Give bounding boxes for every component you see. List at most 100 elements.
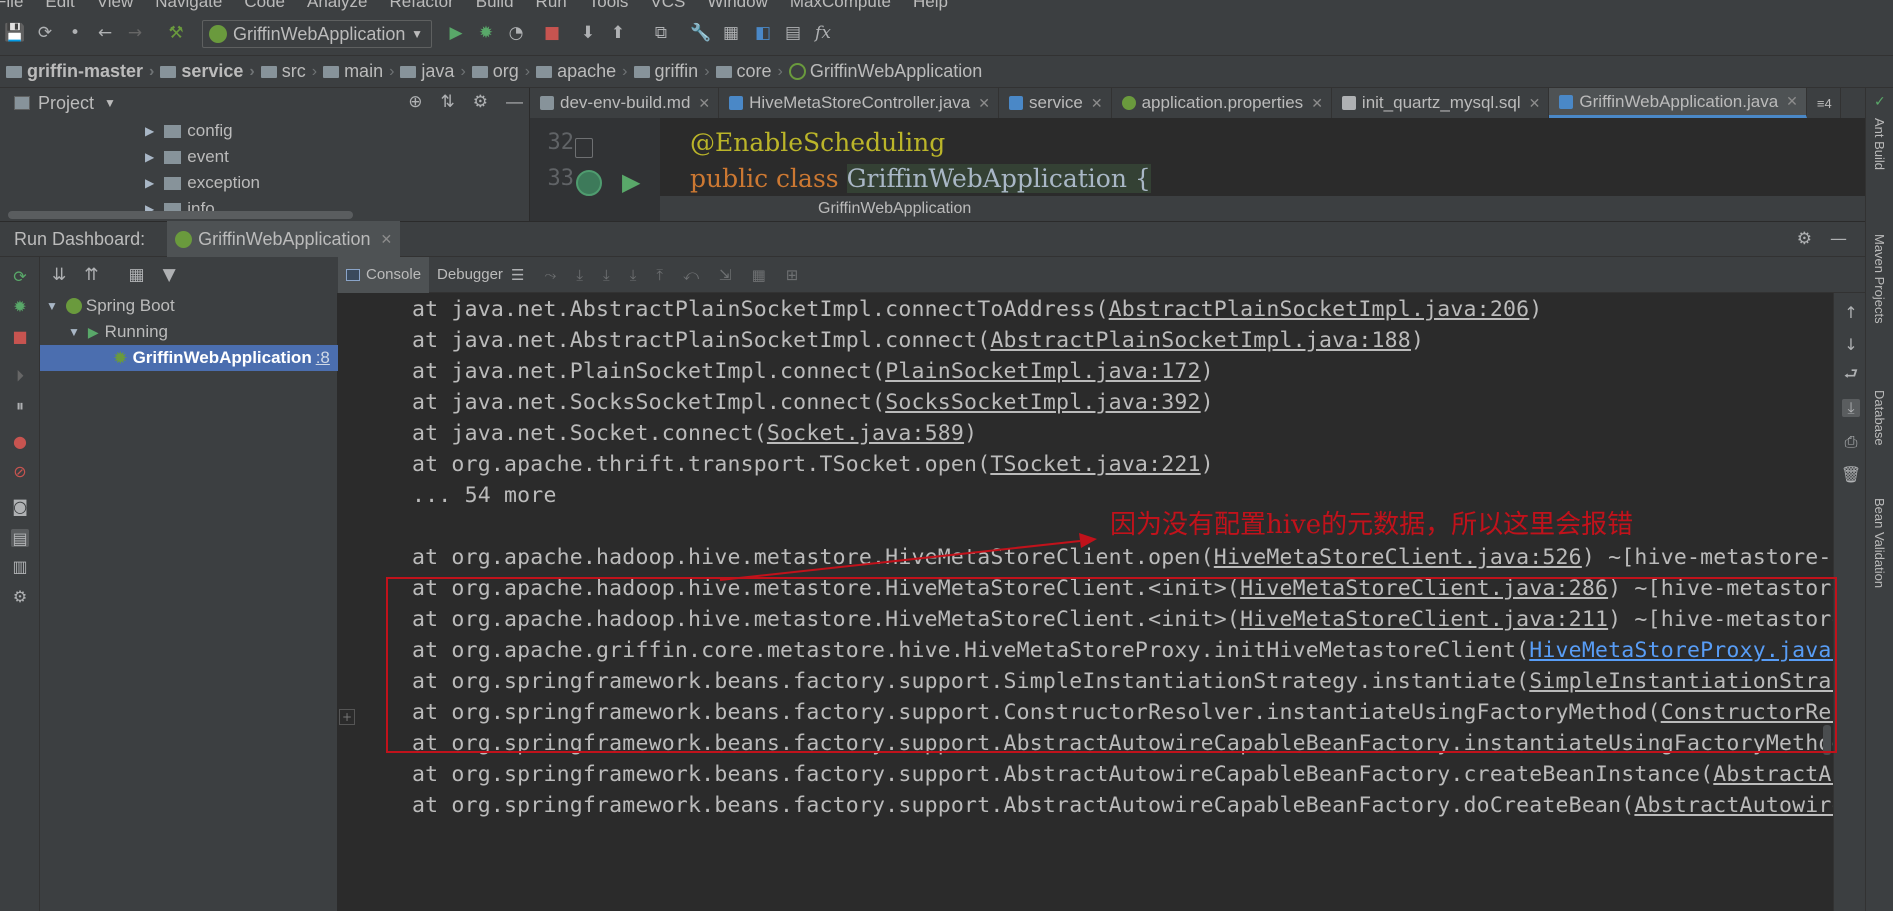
collapse-all-icon[interactable]: ⇈ [84, 265, 98, 285]
close-icon[interactable]: ✕ [978, 95, 990, 112]
sdk-icon[interactable]: ◧ [752, 22, 774, 44]
menu-icon[interactable]: ☰ [511, 266, 524, 284]
menu-item-build[interactable]: Build [476, 0, 514, 12]
expand-all-icon[interactable]: ⇊ [52, 265, 66, 285]
editor-tab[interactable]: application.properties ✕ [1112, 88, 1332, 118]
layout-icon[interactable]: ▤ [11, 529, 29, 548]
drop-frame-icon[interactable]: ⤺ [683, 266, 699, 284]
expand-icon[interactable]: + [339, 709, 355, 725]
port-link[interactable]: :8 [316, 348, 330, 368]
collapse-icon[interactable]: ⇅ [441, 92, 455, 112]
ant-build-tab[interactable]: Ant Build [1872, 118, 1887, 170]
group-icon[interactable]: ▦ [129, 265, 145, 285]
tree-item-config[interactable]: ▶ config [0, 118, 520, 144]
menu-item-refactor[interactable]: Refactor [389, 0, 453, 12]
source-link[interactable]: HiveMetaStoreClient.java:211 [1240, 607, 1608, 632]
source-link[interactable]: AbstractAutowire [1634, 793, 1833, 818]
close-icon[interactable]: ✕ [1529, 95, 1541, 112]
fold-icon[interactable] [575, 138, 593, 158]
menu-item-help[interactable]: Help [913, 0, 948, 12]
console-scrollbar[interactable] [1823, 725, 1831, 755]
run-configuration-selector[interactable]: GriffinWebApplication ▼ [202, 20, 432, 48]
menu-item-maxcompute[interactable]: MaxCompute [790, 0, 891, 12]
source-link[interactable]: SocksSocketImpl.java:392 [885, 390, 1200, 415]
source-link[interactable]: SimpleInstantiationStrate [1529, 669, 1833, 694]
menu-item-code[interactable]: Code [244, 0, 285, 12]
more-tabs-button[interactable]: ≡4 [1807, 88, 1841, 118]
source-link[interactable]: HiveMetaStoreClient.java:526 [1214, 545, 1582, 570]
view-breakpoints-icon[interactable]: ● [11, 432, 29, 451]
tab-debugger[interactable]: Debugger [429, 257, 511, 293]
close-icon[interactable]: ✕ [1091, 95, 1103, 112]
menu-item-run[interactable]: Run [536, 0, 567, 12]
camera-icon[interactable]: ◙ [11, 497, 29, 516]
force-step-into-icon[interactable]: ⤓ [630, 266, 637, 284]
maven-projects-tab[interactable]: Maven Projects [1872, 234, 1887, 324]
build-hammer-icon[interactable]: ⚒ [165, 22, 187, 44]
run-dashboard-tab[interactable]: GriffinWebApplication ✕ [167, 221, 401, 257]
breadcrumb-item[interactable]: src › [260, 61, 323, 82]
close-icon[interactable]: ✕ [1786, 93, 1798, 110]
editor-tab[interactable]: init_quartz_mysql.sql ✕ [1332, 88, 1550, 118]
breadcrumb-item[interactable]: core › [715, 61, 789, 82]
locate-icon[interactable]: ⊕ [408, 92, 422, 112]
menu-item-vcs[interactable]: VCS [650, 0, 685, 12]
breadcrumb-item[interactable]: service › [160, 61, 260, 82]
database-tab[interactable]: Database [1872, 390, 1887, 446]
menu-item-tools[interactable]: Tools [589, 0, 629, 12]
back-icon[interactable]: ← [94, 22, 116, 44]
source-link[interactable]: ConstructorReso [1661, 700, 1833, 725]
sync-icon[interactable]: ⟳ [34, 22, 56, 44]
close-icon[interactable]: ✕ [698, 95, 710, 112]
history-icon[interactable]: ⧉ [650, 22, 672, 44]
step-out-icon[interactable]: ⤒ [656, 266, 663, 284]
forward-icon[interactable]: → [124, 22, 146, 44]
coverage-icon[interactable]: ◔ [505, 22, 527, 44]
code-editor[interactable]: 32 33 ▶ @EnableScheduling public class G… [530, 118, 1865, 221]
run-icon[interactable]: ▶ [445, 22, 467, 44]
source-link[interactable]: PlainSocketImpl.java:172 [885, 359, 1200, 384]
show-execution-point-icon[interactable]: ⤳ [544, 266, 556, 284]
gear-icon[interactable]: ⚙ [473, 92, 488, 112]
breadcrumb-item[interactable]: apache › [536, 61, 633, 82]
debug-icon[interactable]: ✹ [11, 297, 29, 316]
clipboard-icon[interactable]: ▤ [782, 22, 804, 44]
stop-icon[interactable]: ■ [11, 327, 29, 346]
tree-item-event[interactable]: ▶ event [0, 144, 520, 170]
save-icon[interactable]: 💾 [4, 22, 26, 44]
source-link[interactable]: AbstractPlainSocketImpl.java:188 [990, 328, 1411, 353]
hide-icon[interactable]: — [506, 92, 523, 112]
stop-icon[interactable]: ■ [541, 22, 563, 44]
menu-item-edit[interactable]: Edit [45, 0, 74, 12]
menu-item-navigate[interactable]: Navigate [155, 0, 222, 12]
rerun-icon[interactable]: ⟳ [11, 267, 29, 286]
step-over-icon[interactable]: ⤓ [576, 266, 583, 284]
menu-item-file[interactable]: File [0, 0, 23, 12]
breadcrumb-item[interactable]: java › [400, 61, 471, 82]
console-output[interactable]: + at java.net.AbstractPlainSocketImpl.co… [338, 293, 1833, 911]
editor-tab[interactable]: GriffinWebApplication.java ✕ [1549, 88, 1807, 118]
close-icon[interactable]: ✕ [1311, 95, 1323, 112]
menu-item-view[interactable]: View [97, 0, 134, 12]
tree-item-exception[interactable]: ▶ exception [0, 170, 520, 196]
project-structure-icon[interactable]: ▦ [720, 22, 742, 44]
tree-node-griffin-app[interactable]: ✹ GriffinWebApplication :8 [40, 345, 338, 371]
settings-wrench-icon[interactable]: 🔧 [690, 22, 712, 44]
soft-wrap-icon[interactable]: ⮐ [1842, 364, 1860, 385]
resume-icon[interactable]: ⏵ [11, 366, 29, 385]
breadcrumb-item[interactable]: GriffinWebApplication [788, 61, 982, 82]
editor-tab[interactable]: HiveMetaStoreController.java ✕ [719, 88, 999, 118]
breadcrumb-item[interactable]: org › [471, 61, 536, 82]
run-to-cursor-icon[interactable]: ⇲ [719, 266, 732, 284]
step-into-icon[interactable]: ⤓ [603, 266, 610, 284]
scroll-to-end-icon[interactable]: ⤓ [1842, 398, 1860, 417]
pause-icon[interactable]: ⏸ [11, 396, 29, 415]
breadcrumb-item[interactable]: griffin › [633, 61, 716, 82]
source-link[interactable]: AbstractPlainSocketImpl.java:206 [1109, 297, 1530, 322]
source-link[interactable]: HiveMetaStoreProxy.java:6 [1529, 638, 1833, 663]
close-icon[interactable]: ✕ [381, 231, 393, 248]
project-panel-header[interactable]: Project ▼ ⊕ ⇅ ⚙ — [0, 88, 529, 118]
vcs-update-icon[interactable]: ⬇ [577, 22, 599, 44]
trace-icon[interactable]: ⊞ [786, 266, 799, 284]
up-arrow-icon[interactable]: ↑ [1842, 303, 1860, 322]
